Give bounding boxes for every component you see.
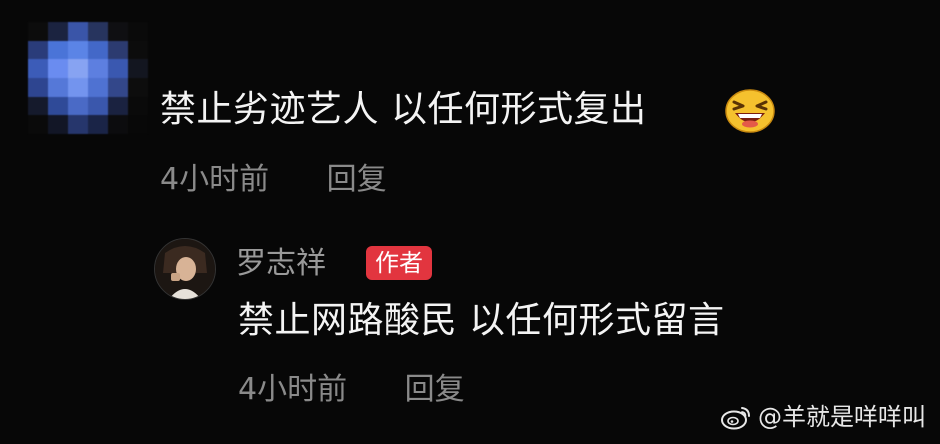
reply-button[interactable]: 回复: [327, 162, 387, 198]
timestamp: 4小时前: [160, 162, 270, 197]
watermark: @羊就是咩咩叫: [720, 402, 926, 432]
comment-meta: 4小时前 回复: [160, 162, 387, 198]
reply-button[interactable]: 回复: [405, 372, 465, 408]
author-avatar[interactable]: [154, 238, 216, 300]
author-badge: 作者: [366, 246, 432, 280]
reply-meta: 4小时前 回复: [238, 372, 465, 408]
comment-text: 禁止劣迹艺人 以任何形式复出: [160, 89, 647, 130]
reply-text: 禁止网路酸民 以任何形式留言: [238, 300, 725, 341]
author-name[interactable]: 罗志祥: [236, 244, 326, 284]
pixelated-avatar[interactable]: [28, 22, 148, 134]
weibo-icon: [721, 407, 750, 430]
watermark-text: @羊就是咩咩叫: [758, 403, 926, 431]
laughing-emoji-icon: [725, 89, 775, 133]
timestamp: 4小时前: [238, 372, 348, 407]
